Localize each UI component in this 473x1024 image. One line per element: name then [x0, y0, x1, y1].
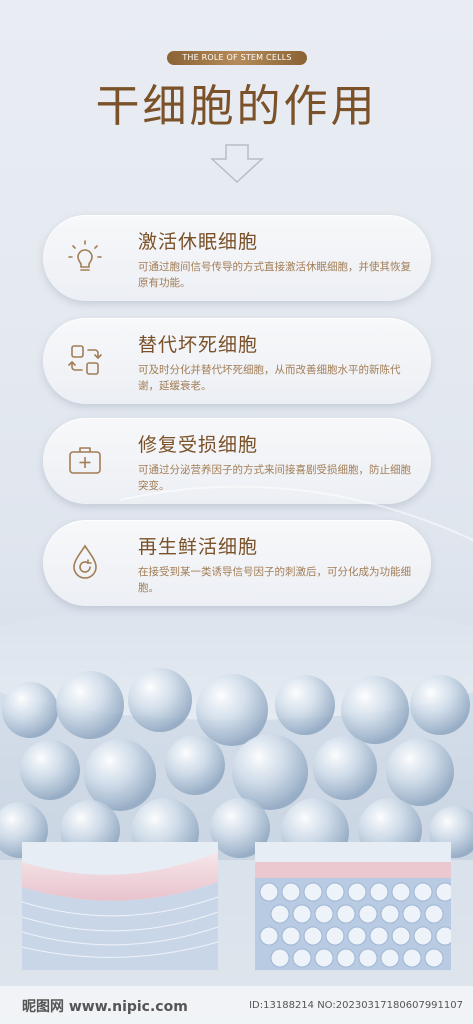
card-replace-necrotic-cells: 替代坏死细胞 可及时分化并替代坏死细胞，从而改善细胞水平的新陈代谢，延缓衰老。: [43, 318, 431, 404]
skin-layer-illustration-left: [22, 842, 218, 970]
card-title: 激活休眠细胞: [138, 231, 259, 253]
card-title: 修复受损细胞: [138, 434, 259, 456]
lightbulb-icon: [68, 240, 102, 271]
skin-layer-illustration-right: [255, 842, 451, 970]
down-arrow-icon: [210, 144, 264, 184]
watermark-site: 昵图网 www.nipic.com: [22, 999, 188, 1015]
card-description: 可及时分化并替代坏死细胞，从而改善细胞水平的新陈代谢，延缓衰老。: [138, 364, 401, 392]
section-badge: THE ROLE OF STEM CELLS: [167, 51, 307, 65]
watermark-bar: 昵图网 www.nipic.com ID:13188214 NO:2023031…: [0, 986, 473, 1024]
card-activate-dormant-cells: 激活休眠细胞 可通过胞间信号传导的方式直接激活休眠细胞，并使其恢复原有功能。: [43, 215, 431, 301]
watermark-id: ID:13188214 NO:20230317180607991107: [249, 1000, 463, 1011]
replace-icon: [68, 345, 102, 375]
card-title: 替代坏死细胞: [138, 334, 259, 356]
page-title: 干细胞的作用: [95, 81, 378, 132]
card-description: 可通过胞间信号传导的方式直接激活休眠细胞，并使其恢复原有功能。: [138, 261, 411, 289]
